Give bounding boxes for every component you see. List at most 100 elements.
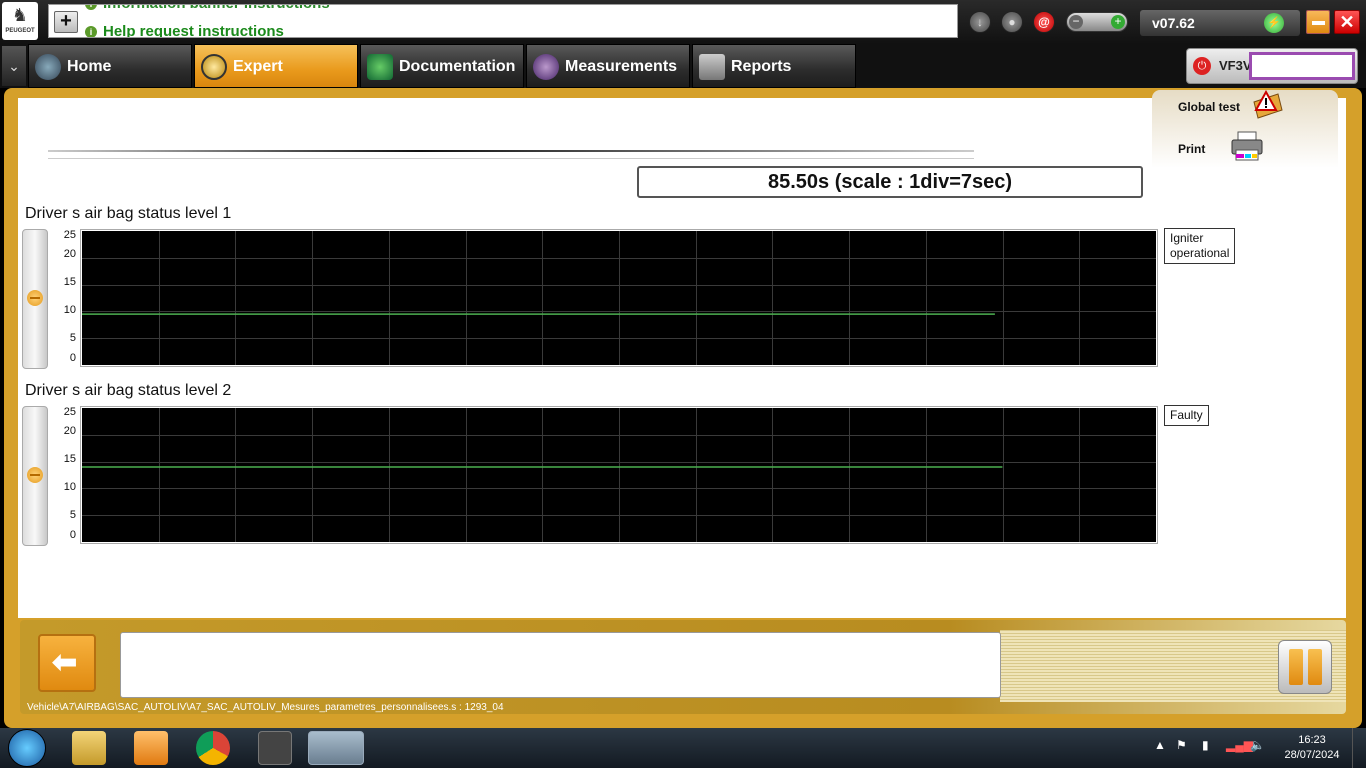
tab-expert[interactable]: Expert bbox=[194, 44, 358, 88]
chart-1-legend: Igniter operational bbox=[1164, 228, 1236, 264]
speaker-icon[interactable]: 🔈 bbox=[1250, 738, 1265, 752]
chart-1-y-axis: 25 20 15 10 5 0 bbox=[50, 229, 80, 369]
diagbox-icon[interactable] bbox=[308, 731, 364, 765]
info-banner: + i Information banner instructions i Help… bbox=[48, 4, 958, 38]
vin-box: ⏻ VF3V bbox=[1186, 48, 1358, 84]
waveform-icon bbox=[533, 54, 559, 80]
tab-reports[interactable]: Reports bbox=[692, 44, 856, 88]
y-tick-label: 15 bbox=[63, 453, 76, 465]
tab-measurements[interactable]: Measurements bbox=[526, 44, 690, 88]
top-bar: ♞ PEUGEOT + i Information banner instruct… bbox=[0, 0, 1366, 44]
chrome-icon[interactable] bbox=[196, 731, 230, 765]
tab-label: Home bbox=[67, 58, 112, 75]
banner-help-link[interactable]: i Help request instructions bbox=[85, 23, 284, 38]
banner-line2-text: Help request instructions bbox=[103, 23, 284, 38]
magnifier-icon bbox=[201, 54, 227, 80]
pause-button[interactable] bbox=[1278, 640, 1332, 694]
slider-handle-icon[interactable] bbox=[27, 290, 43, 306]
y-tick-label: 0 bbox=[69, 352, 76, 364]
y-tick-label: 10 bbox=[63, 481, 76, 493]
y-tick-label: 5 bbox=[69, 332, 76, 344]
tab-documentation[interactable]: Documentation bbox=[360, 44, 524, 88]
chart-2-y-axis: 25 20 15 10 5 0 bbox=[50, 406, 80, 546]
legend-line: Igniter bbox=[1170, 231, 1204, 245]
back-button[interactable]: ⬅ bbox=[38, 634, 96, 692]
print-label: Print bbox=[1178, 142, 1206, 156]
minimize-button[interactable] bbox=[1306, 10, 1330, 34]
print-button[interactable]: Print bbox=[1178, 142, 1205, 156]
volume-control[interactable]: − + bbox=[1066, 12, 1128, 32]
start-button[interactable] bbox=[8, 729, 46, 767]
printer-icon[interactable] bbox=[1228, 130, 1266, 164]
email-icon[interactable]: @ bbox=[1033, 11, 1055, 33]
legend-line: Faulty bbox=[1170, 408, 1203, 422]
show-hidden-icons-icon[interactable]: ▲ bbox=[1154, 738, 1166, 752]
tab-label: Reports bbox=[731, 58, 792, 75]
chart-2-frame bbox=[80, 406, 1158, 544]
download-icon[interactable]: ↓ bbox=[969, 11, 991, 33]
info-bullet-icon: i bbox=[85, 5, 97, 11]
y-tick-label: 15 bbox=[63, 276, 76, 288]
file-explorer-icon[interactable] bbox=[72, 731, 106, 765]
volume-down-icon[interactable]: − bbox=[1069, 15, 1083, 29]
chart-2-scale-slider[interactable] bbox=[22, 406, 48, 546]
y-tick-label: 25 bbox=[63, 406, 76, 418]
vin-prefix: VF3V bbox=[1219, 58, 1252, 73]
power-icon[interactable]: ⏻ bbox=[1193, 57, 1211, 75]
clock-time: 16:23 bbox=[1298, 734, 1326, 746]
tab-home[interactable]: Home bbox=[28, 44, 192, 88]
chart-title-2: Driver s air bag status level 2 bbox=[25, 382, 232, 399]
book-icon bbox=[367, 54, 393, 80]
y-tick-label: 20 bbox=[63, 425, 76, 437]
banner-information-link[interactable]: i Information banner instructions bbox=[85, 5, 330, 12]
time-scale-display: 85.50s (scale : 1div=7sec) bbox=[637, 166, 1143, 198]
y-tick-label: 20 bbox=[63, 248, 76, 260]
windows-taskbar: ▲ ⚑ ▮ ▂▄▆ 🔈 16:23 28/07/2024 bbox=[0, 728, 1366, 768]
version-label: v07.62 bbox=[1152, 15, 1195, 31]
chart-2-plot bbox=[82, 408, 1156, 542]
logo-brand-text: PEUGEOT bbox=[5, 28, 35, 34]
banner-line1-text: Information banner instructions bbox=[103, 5, 330, 12]
global-test-button[interactable]: Global test bbox=[1178, 100, 1240, 114]
tab-label: Expert bbox=[233, 58, 283, 75]
arrow-left-icon: ⬅ bbox=[52, 646, 78, 679]
network-icon[interactable]: ▂▄▆ bbox=[1226, 738, 1253, 752]
message-box bbox=[120, 632, 1001, 698]
media-player-icon[interactable] bbox=[134, 731, 168, 765]
tab-label: Documentation bbox=[399, 58, 516, 75]
app-window: ♞ PEUGEOT + i Information banner instruct… bbox=[0, 0, 1366, 768]
action-center-flag-icon[interactable]: ⚑ bbox=[1176, 738, 1187, 752]
show-desktop-button[interactable] bbox=[1352, 728, 1366, 768]
warning-icon[interactable] bbox=[1252, 90, 1286, 122]
chart-1-frame bbox=[80, 229, 1158, 367]
system-clock[interactable]: 16:23 28/07/2024 bbox=[1282, 733, 1342, 763]
tab-label: Measurements bbox=[565, 58, 678, 75]
user-icon[interactable]: ● bbox=[1001, 11, 1023, 33]
y-tick-label: 25 bbox=[63, 229, 76, 241]
nav-bar: ⌄ Home Expert Documentation Measurements… bbox=[0, 44, 1366, 88]
side-panel: Global test Print bbox=[1152, 90, 1338, 168]
close-button[interactable]: ✕ bbox=[1334, 10, 1360, 34]
info-bullet-icon: i bbox=[85, 26, 97, 37]
global-test-label: Global test bbox=[1178, 100, 1241, 114]
peugeot-logo: ♞ PEUGEOT bbox=[2, 2, 38, 40]
chart-2-legend: Faulty bbox=[1164, 405, 1209, 426]
chart-1-plot bbox=[82, 231, 1156, 365]
chart-1-scale-slider[interactable] bbox=[22, 229, 48, 369]
y-tick-label: 5 bbox=[69, 509, 76, 521]
chevron-down-icon[interactable]: ⌄ bbox=[2, 46, 26, 86]
battery-icon[interactable]: ▮ bbox=[1202, 738, 1209, 752]
pause-bar-left-icon bbox=[1289, 649, 1303, 685]
time-scale-text: 85.50s (scale : 1div=7sec) bbox=[767, 171, 1013, 193]
vin-field[interactable] bbox=[1249, 52, 1355, 80]
separator-line bbox=[48, 150, 974, 152]
y-tick-label: 10 bbox=[63, 304, 76, 316]
lion-icon: ♞ bbox=[11, 5, 29, 25]
volume-up-icon[interactable]: + bbox=[1111, 15, 1125, 29]
legend-line: operational bbox=[1170, 246, 1230, 260]
expand-banner-button[interactable]: + bbox=[54, 11, 78, 33]
separator-line bbox=[48, 158, 974, 159]
slider-handle-icon[interactable] bbox=[27, 467, 43, 483]
report-icon bbox=[699, 54, 725, 80]
toggle-app-icon[interactable] bbox=[258, 731, 292, 765]
